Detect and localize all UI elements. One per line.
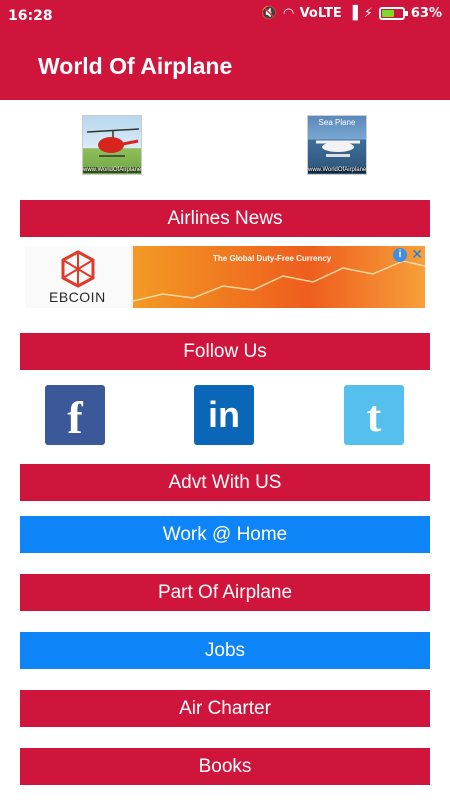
part-of-airplane-button[interactable]: Part Of Airplane <box>20 574 430 611</box>
airlines-news-button[interactable]: Airlines News <box>20 200 430 237</box>
battery-icon <box>378 7 408 20</box>
ad-logo: EBCOIN <box>25 246 131 308</box>
advt-with-us-button[interactable]: Advt With US <box>20 464 430 501</box>
helicopter-thumbnail[interactable]: www.WorldOfAirplane.com <box>82 115 142 175</box>
ad-banner[interactable]: EBCOIN The Global Duty-Free Currency i ✕ <box>25 246 426 308</box>
ebcoin-logo-icon <box>61 250 95 288</box>
facebook-icon[interactable]: f <box>45 385 105 445</box>
charging-icon: ⚡ <box>363 6 373 21</box>
air-charter-button[interactable]: Air Charter <box>20 690 430 727</box>
status-bar: 16:28 🔇 ◠ VoLTE ▐ ⚡ 63% <box>0 0 450 32</box>
sea-plane-title: Sea Plane <box>318 118 356 127</box>
work-at-home-button[interactable]: Work @ Home <box>20 516 430 553</box>
follow-us-button[interactable]: Follow Us <box>20 333 430 370</box>
network-label: VoLTE <box>299 6 342 21</box>
ad-brand: EBCOIN <box>49 289 106 305</box>
twitter-icon[interactable]: t <box>344 385 404 445</box>
battery-level <box>381 10 395 17</box>
ad-close-icon[interactable]: ✕ <box>411 246 423 263</box>
wifi-icon: ◠ <box>283 6 294 21</box>
linkedin-icon[interactable]: in <box>194 385 254 445</box>
battery-percent: 63% <box>410 6 442 21</box>
page-title: World Of Airplane <box>38 53 233 79</box>
ad-info-icon[interactable]: i <box>393 248 407 262</box>
thumbnail-caption: www.WorldOfAirplane.com <box>308 167 367 173</box>
sea-plane-thumbnail[interactable]: Sea Plane www.WorldOfAirplane.com <box>307 115 367 175</box>
jobs-button[interactable]: Jobs <box>20 632 430 669</box>
books-button[interactable]: Books <box>20 748 430 785</box>
signal-icon: ▐ <box>347 6 358 21</box>
status-icons: 🔇 ◠ VoLTE ▐ ⚡ 63% <box>261 6 442 21</box>
mute-icon: 🔇 <box>261 6 278 21</box>
status-time: 16:28 <box>8 8 53 24</box>
ad-image: The Global Duty-Free Currency <box>132 246 426 308</box>
thumbnail-caption: www.WorldOfAirplane.com <box>83 167 142 173</box>
ad-tagline: The Global Duty-Free Currency <box>213 254 332 263</box>
